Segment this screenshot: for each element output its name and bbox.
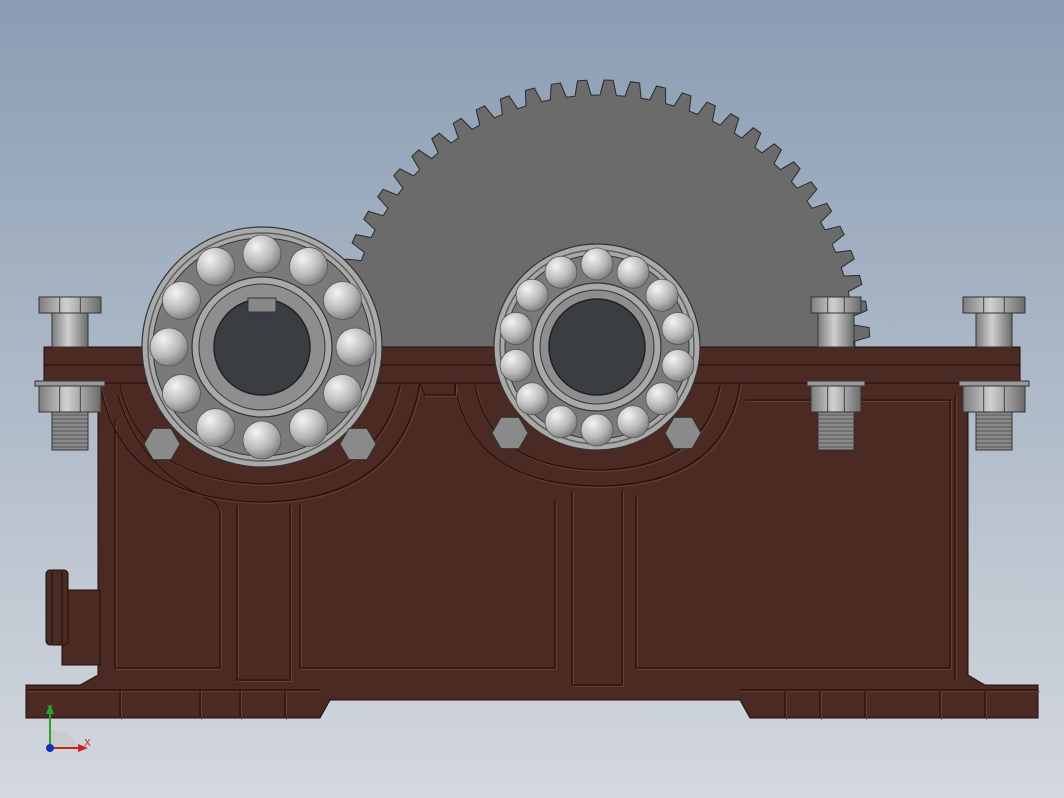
bearing-ball: [515, 278, 549, 312]
bearing-ball: [162, 281, 201, 320]
shaft-key: [247, 297, 277, 313]
bearing-ball: [661, 349, 695, 382]
bearing-ball: [289, 408, 328, 447]
bearing-ball: [335, 327, 375, 367]
x-axis-label: X: [84, 738, 91, 749]
cad-viewport[interactable]: Y X: [0, 0, 1064, 798]
bearing-ball: [289, 247, 328, 286]
bearing-ball: [323, 374, 362, 413]
bearing-ball: [616, 255, 650, 289]
bearing-left: [141, 226, 383, 468]
y-axis-label: Y: [46, 704, 54, 715]
gearbox-drawing: Y X: [0, 0, 1064, 798]
bearing-ball: [645, 278, 679, 312]
bearing-ball: [661, 312, 695, 345]
bearing-ball: [580, 413, 614, 447]
bearing-ball: [580, 247, 614, 281]
bearing-ball: [499, 349, 533, 382]
bearing-ball: [616, 405, 650, 439]
bearing-ball: [544, 405, 578, 439]
bearing-ball: [196, 247, 235, 286]
bearing-ball: [242, 420, 282, 460]
bearing-ball: [323, 281, 362, 320]
bearing-ball: [515, 382, 549, 416]
bearing-ball: [242, 234, 282, 274]
bearing-ball: [499, 312, 533, 345]
bearing-ball: [645, 382, 679, 416]
bearing-ball: [544, 255, 578, 289]
bearing-ball: [149, 327, 189, 367]
bearing-right: [493, 243, 701, 451]
bearing-ball: [196, 408, 235, 447]
bearing-ball: [162, 374, 201, 413]
